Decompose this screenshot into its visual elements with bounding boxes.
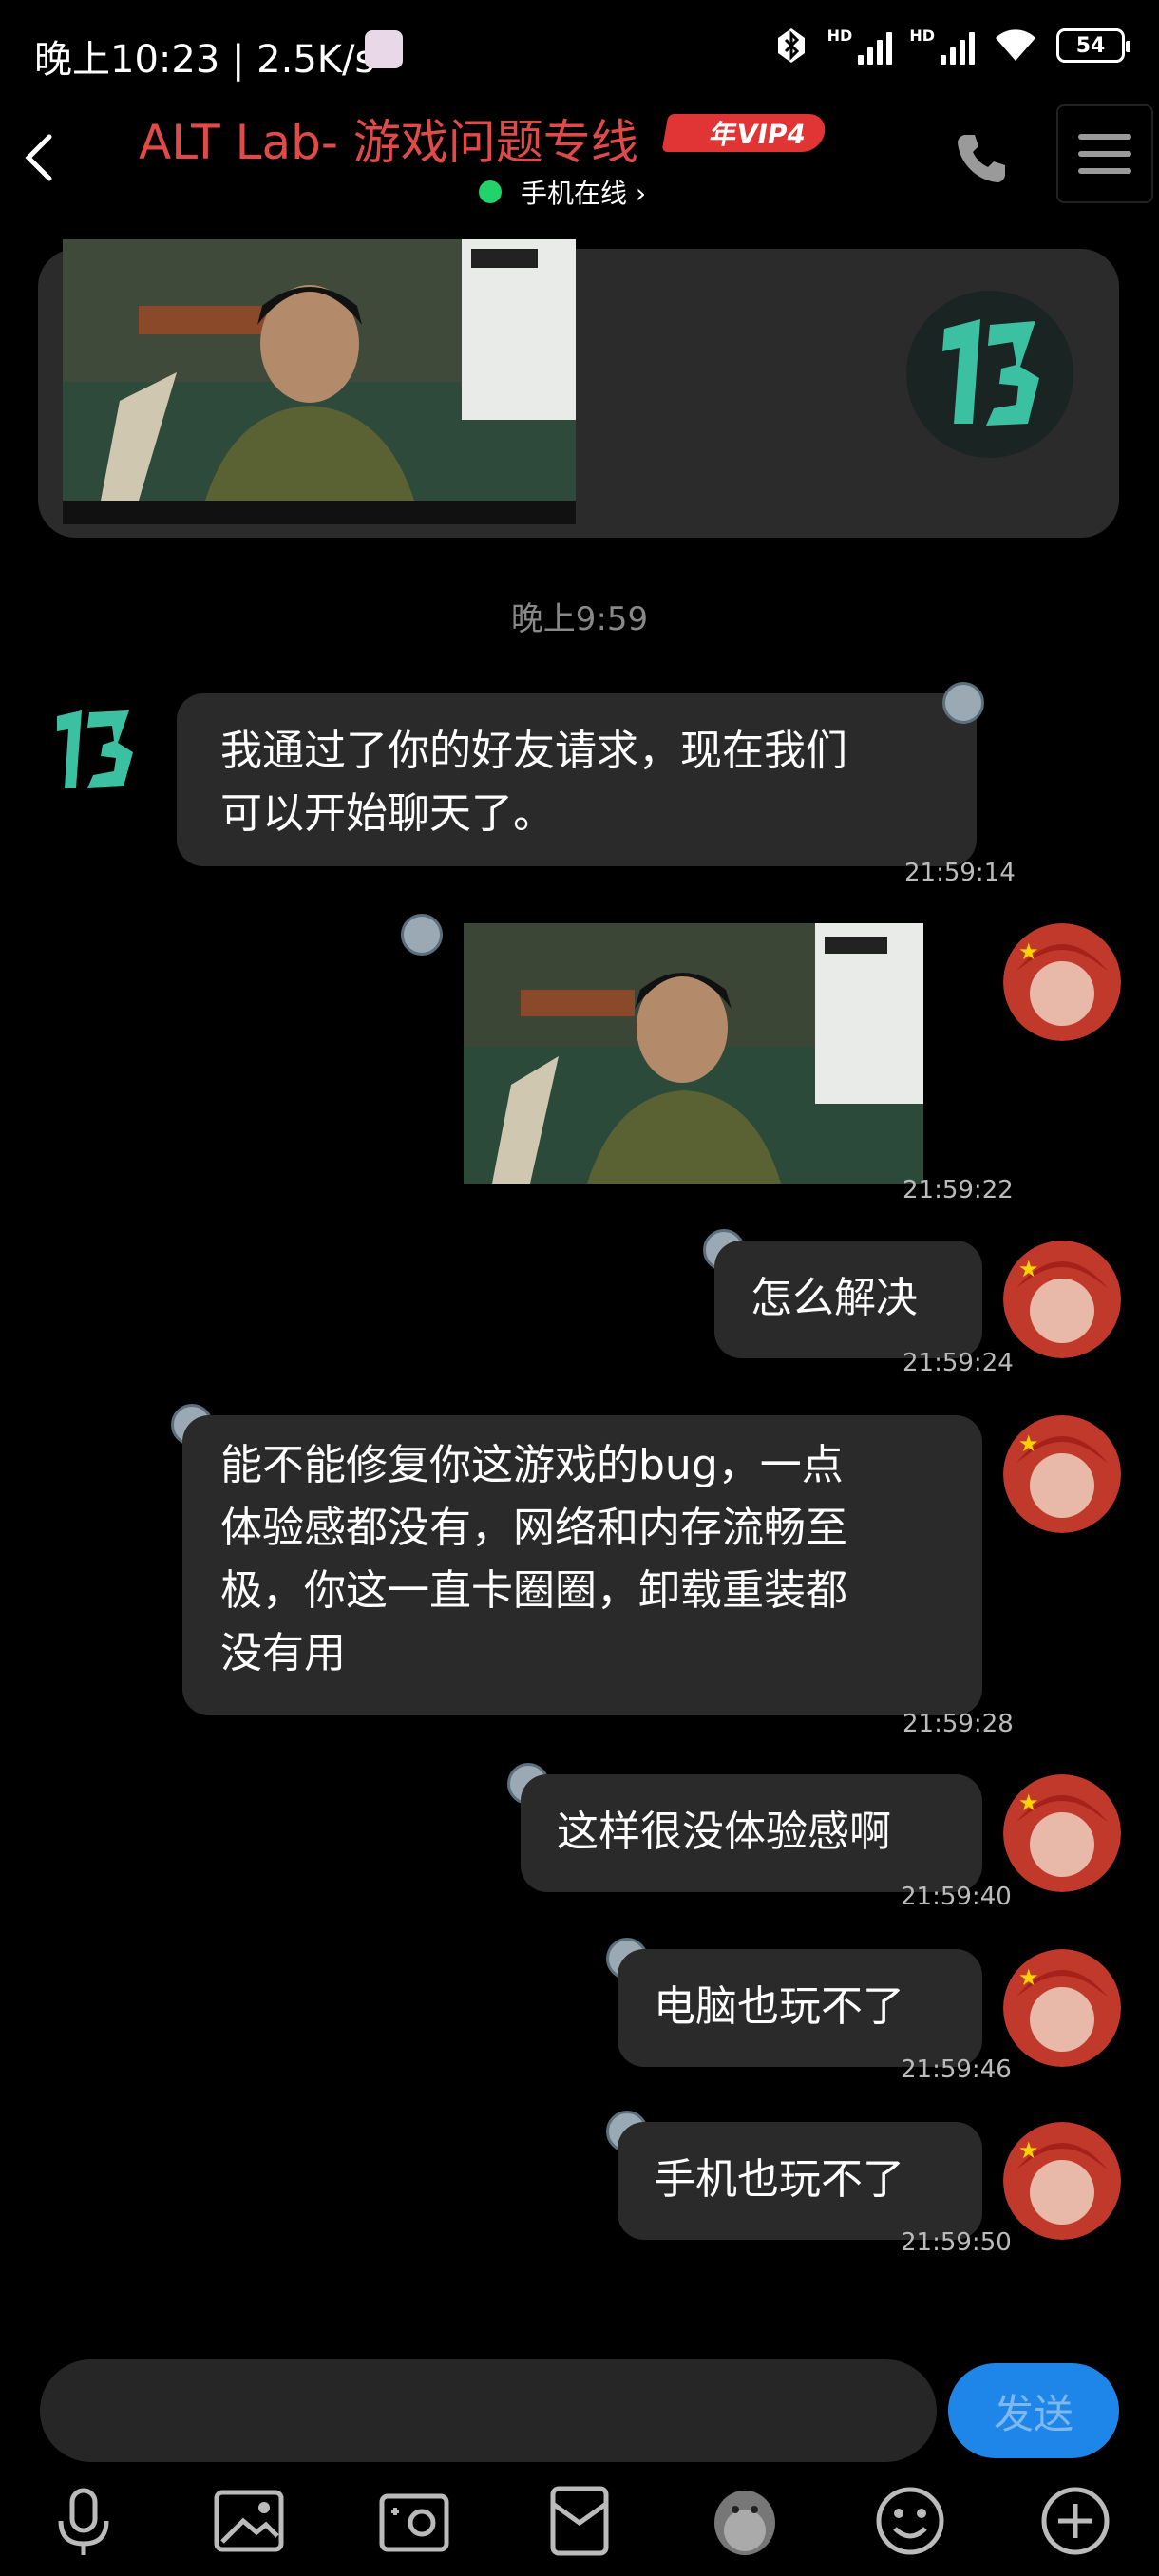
contact-avatar[interactable] <box>38 690 156 807</box>
signal-1-icon <box>858 27 893 65</box>
message-time: 21:59:28 <box>902 1710 1014 1738</box>
online-status-label: 手机在线 › <box>521 178 647 209</box>
user-avatar[interactable]: ★ <box>1003 923 1121 1041</box>
message-bubble-outgoing[interactable]: 电脑也玩不了 <box>618 1949 982 2067</box>
message-bubble-incoming[interactable]: 我通过了你的好友请求，现在我们 可以开始聊天了。 <box>177 693 977 866</box>
svg-text:★: ★ <box>1018 1256 1039 1282</box>
penguin-icon[interactable] <box>707 2483 783 2559</box>
video-thumbnail[interactable] <box>63 239 576 524</box>
date-divider: 晚上9:59 <box>510 600 649 638</box>
microphone-icon[interactable] <box>46 2483 122 2559</box>
read-receipt-icon <box>942 682 984 724</box>
hd-label-2: HD <box>909 27 935 45</box>
notification-cat-icon <box>365 30 403 68</box>
send-button[interactable]: 发送 <box>948 2363 1119 2458</box>
user-avatar[interactable]: ★ <box>1003 1241 1121 1358</box>
menu-icon[interactable] <box>1056 104 1153 203</box>
chat-title[interactable]: ALT Lab- 游戏问题专线 <box>139 104 638 173</box>
battery-icon: 54 <box>1056 28 1130 63</box>
user-avatar[interactable]: ★ <box>1003 2122 1121 2240</box>
back-arrow-icon[interactable] <box>17 123 65 190</box>
battery-level: 54 <box>1075 33 1106 58</box>
signal-2-icon <box>940 27 975 65</box>
camera-icon[interactable] <box>376 2483 452 2559</box>
user-avatar[interactable]: ★ <box>1003 1949 1121 2067</box>
online-status[interactable]: 手机在线 › <box>479 173 646 211</box>
message-bubble-outgoing[interactable]: 能不能修复你这游戏的bug，一点 体验感都没有，网络和内存流畅至 极，你这一直卡… <box>182 1415 982 1715</box>
message-time: 21:59:50 <box>901 2228 1012 2257</box>
emoji-icon[interactable] <box>872 2483 948 2559</box>
pinned-video-card[interactable] <box>38 239 1119 538</box>
chat-header: ALT Lab- 游戏问题专线 年VIP4 手机在线 › <box>0 104 1159 209</box>
message-time: 21:59:22 <box>902 1176 1014 1204</box>
status-bar: 晚上10:23 | 2.5K/s HD HD 54 <box>0 0 1159 104</box>
message-bubble-outgoing[interactable]: 手机也玩不了 <box>618 2122 982 2240</box>
message-image[interactable] <box>464 923 923 1184</box>
vip-badge: 年VIP4 <box>661 114 828 152</box>
message-time: 21:59:14 <box>904 859 1016 887</box>
hd-label: HD <box>826 27 853 45</box>
status-icons: HD HD 54 <box>772 27 1130 65</box>
bottom-toolbar <box>0 2470 1159 2574</box>
message-time: 21:59:24 <box>902 1349 1014 1377</box>
read-receipt-icon <box>401 914 443 956</box>
message-time: 21:59:40 <box>901 1883 1012 1911</box>
online-dot-icon <box>479 180 502 203</box>
phone-icon[interactable] <box>952 129 1009 186</box>
plus-icon[interactable] <box>1037 2483 1113 2559</box>
svg-text:★: ★ <box>1018 1790 1039 1816</box>
message-bubble-outgoing[interactable]: 怎么解决 <box>714 1241 982 1358</box>
image-icon[interactable] <box>211 2483 287 2559</box>
user-avatar[interactable]: ★ <box>1003 1774 1121 1892</box>
svg-text:★: ★ <box>1018 2137 1039 2164</box>
wifi-icon <box>996 29 1036 61</box>
svg-text:★: ★ <box>1018 938 1039 965</box>
message-time: 21:59:46 <box>901 2055 1012 2084</box>
user-avatar[interactable]: ★ <box>1003 1415 1121 1533</box>
red-packet-icon[interactable] <box>542 2483 618 2559</box>
svg-text:★: ★ <box>1018 1430 1039 1457</box>
lab-logo-icon <box>906 291 1074 458</box>
message-input[interactable] <box>40 2359 937 2462</box>
svg-text:★: ★ <box>1018 1964 1039 1991</box>
status-time: 晚上10:23 | 2.5K/s <box>34 38 375 82</box>
message-bubble-outgoing[interactable]: 这样很没体验感啊 <box>521 1774 982 1892</box>
bluetooth-icon <box>777 28 805 63</box>
